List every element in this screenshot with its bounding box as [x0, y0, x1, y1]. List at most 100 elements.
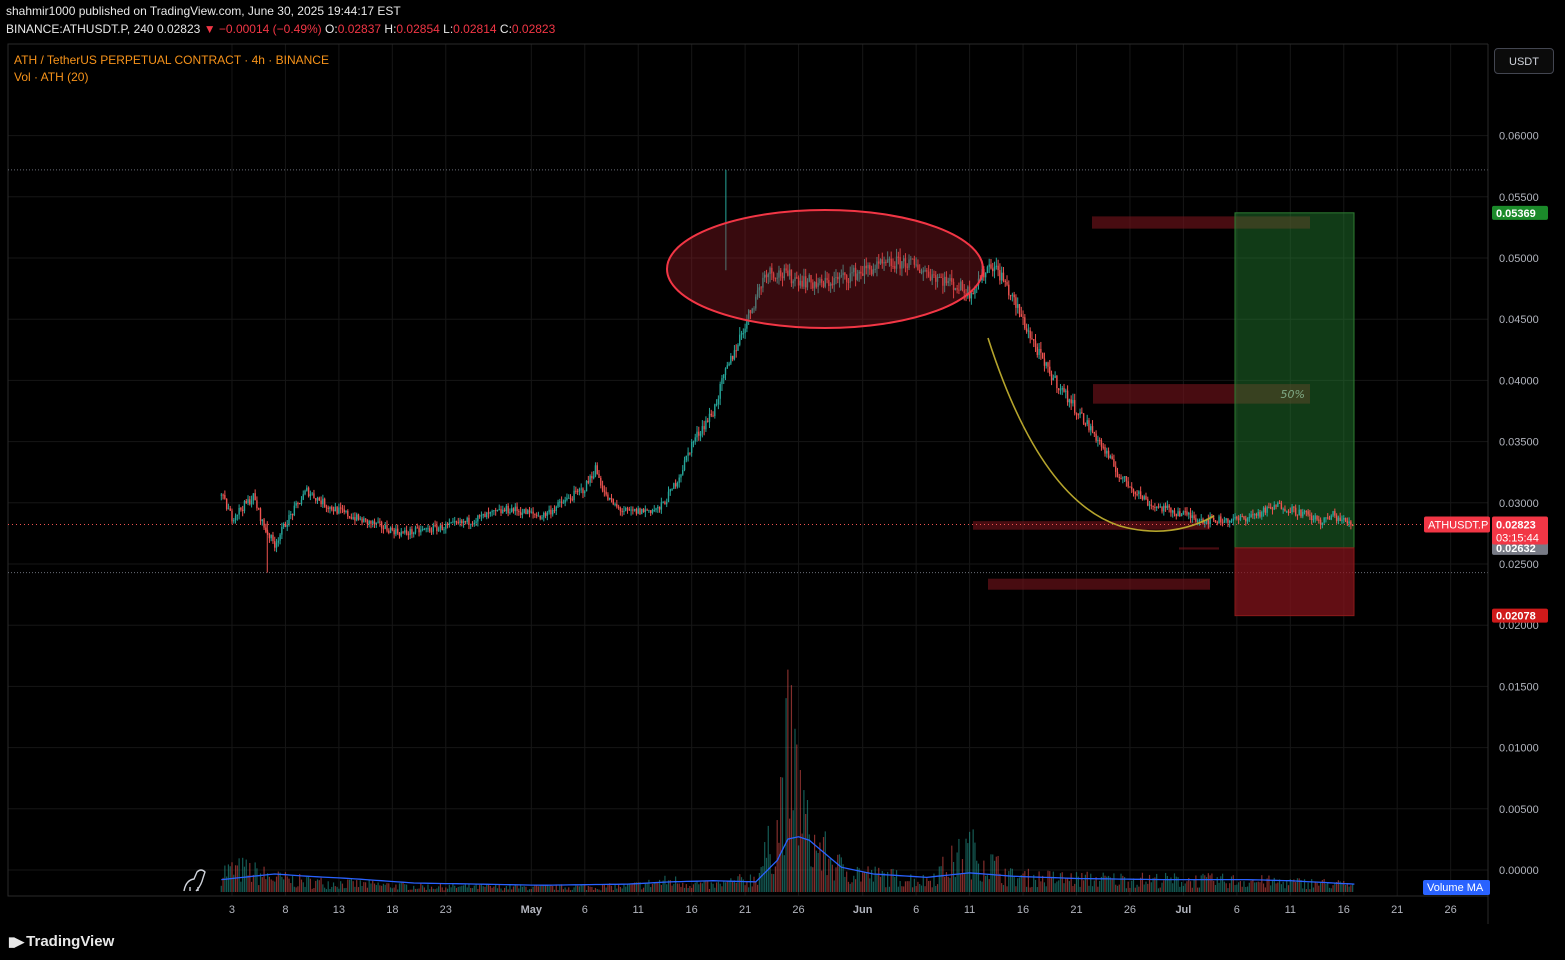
candle-body	[297, 503, 299, 505]
candle-body	[689, 452, 691, 454]
candle	[1159, 503, 1161, 508]
tradingview-logo[interactable]: ⁠▮▶ TradingView	[8, 933, 114, 950]
candle	[678, 474, 680, 488]
candle-body	[1109, 456, 1112, 458]
candle-body	[464, 521, 467, 523]
candle	[696, 425, 698, 442]
candle-body	[708, 413, 711, 422]
candle-body	[382, 528, 385, 530]
candle-body	[1056, 375, 1058, 389]
candle-body	[685, 455, 688, 461]
candle-body	[453, 521, 456, 523]
candle	[667, 486, 670, 503]
candle	[673, 482, 675, 490]
candle-body	[462, 521, 465, 524]
candle-body	[1077, 414, 1079, 416]
candle	[623, 505, 625, 515]
candle	[1008, 280, 1010, 300]
candle-body	[1325, 517, 1327, 519]
candle-body	[1344, 517, 1347, 521]
candle-body	[243, 501, 246, 512]
candle-body	[573, 490, 575, 501]
candle-body	[1150, 504, 1153, 506]
candle-body	[1237, 518, 1240, 520]
candle	[386, 520, 388, 533]
candle-body	[657, 506, 659, 509]
candle	[1273, 501, 1275, 511]
candle-body	[649, 510, 652, 513]
candle	[1191, 510, 1194, 523]
candle-body	[252, 493, 255, 501]
candle	[598, 469, 600, 478]
candle	[1102, 443, 1104, 450]
candle	[1261, 510, 1263, 520]
candle	[676, 481, 679, 489]
candle	[1056, 374, 1058, 393]
candle	[619, 506, 622, 516]
candle	[471, 521, 474, 527]
candle-body	[291, 514, 294, 516]
pane-title[interactable]: ATH / TetherUS PERPETUAL CONTRACT · 4h ·…	[14, 53, 329, 67]
candle-body	[1273, 505, 1275, 510]
candle-body	[1159, 506, 1161, 508]
candle-body	[719, 384, 721, 399]
candle	[482, 513, 484, 519]
candle-body	[1020, 314, 1022, 317]
candle-body	[1038, 349, 1040, 355]
candle-body	[544, 512, 547, 516]
candle-body	[731, 355, 734, 360]
candle	[373, 518, 376, 528]
candle	[434, 520, 436, 528]
candle-body	[1033, 339, 1035, 341]
candle-body	[682, 469, 684, 475]
x-tick-label: 6	[582, 904, 588, 916]
candle	[1122, 476, 1124, 484]
currency-button[interactable]: USDT	[1494, 48, 1554, 74]
candle	[480, 511, 483, 522]
candle	[655, 507, 657, 513]
candle	[298, 502, 301, 505]
price-chart[interactable]: 50% 0.060000.055000.050000.045000.040000…	[0, 0, 1565, 924]
candle	[1031, 331, 1033, 340]
candle-body	[619, 508, 622, 512]
candle-body	[1098, 439, 1101, 441]
candle	[363, 516, 365, 523]
candle	[245, 498, 247, 505]
candle	[1337, 515, 1340, 525]
candle	[543, 511, 545, 522]
x-tick-label: Jun	[853, 904, 873, 916]
candle	[1123, 476, 1126, 483]
x-tick-label: 21	[1070, 904, 1082, 916]
candle-body	[496, 509, 499, 511]
candle	[1309, 510, 1311, 520]
candle-body	[1193, 515, 1195, 519]
candle-body	[609, 497, 611, 500]
candle	[1017, 297, 1019, 314]
candle	[1097, 435, 1099, 447]
candle-body	[439, 524, 442, 529]
candle-body	[1218, 516, 1220, 524]
candle-body	[341, 508, 344, 510]
candle-body	[427, 528, 429, 530]
close-value: 0.02823	[511, 22, 556, 36]
candle	[1262, 506, 1265, 517]
candle-body	[229, 508, 231, 511]
candle	[1241, 513, 1243, 518]
candle-body	[712, 415, 714, 417]
candle-body	[1309, 514, 1311, 516]
candle-body	[587, 481, 590, 483]
candle-body	[356, 514, 358, 521]
x-tick-label: 26	[792, 904, 804, 916]
candle	[1214, 520, 1217, 523]
candle-body	[259, 508, 262, 522]
volume-indicator-title[interactable]: Vol · ATH (20)	[14, 70, 88, 84]
candle-body	[698, 431, 700, 436]
candle	[468, 514, 470, 530]
candle	[339, 502, 342, 514]
candle-body	[541, 517, 543, 519]
candle	[241, 505, 244, 517]
candle	[1006, 275, 1008, 287]
candle-body	[302, 494, 304, 500]
candle	[1195, 514, 1197, 523]
candle	[995, 257, 998, 270]
